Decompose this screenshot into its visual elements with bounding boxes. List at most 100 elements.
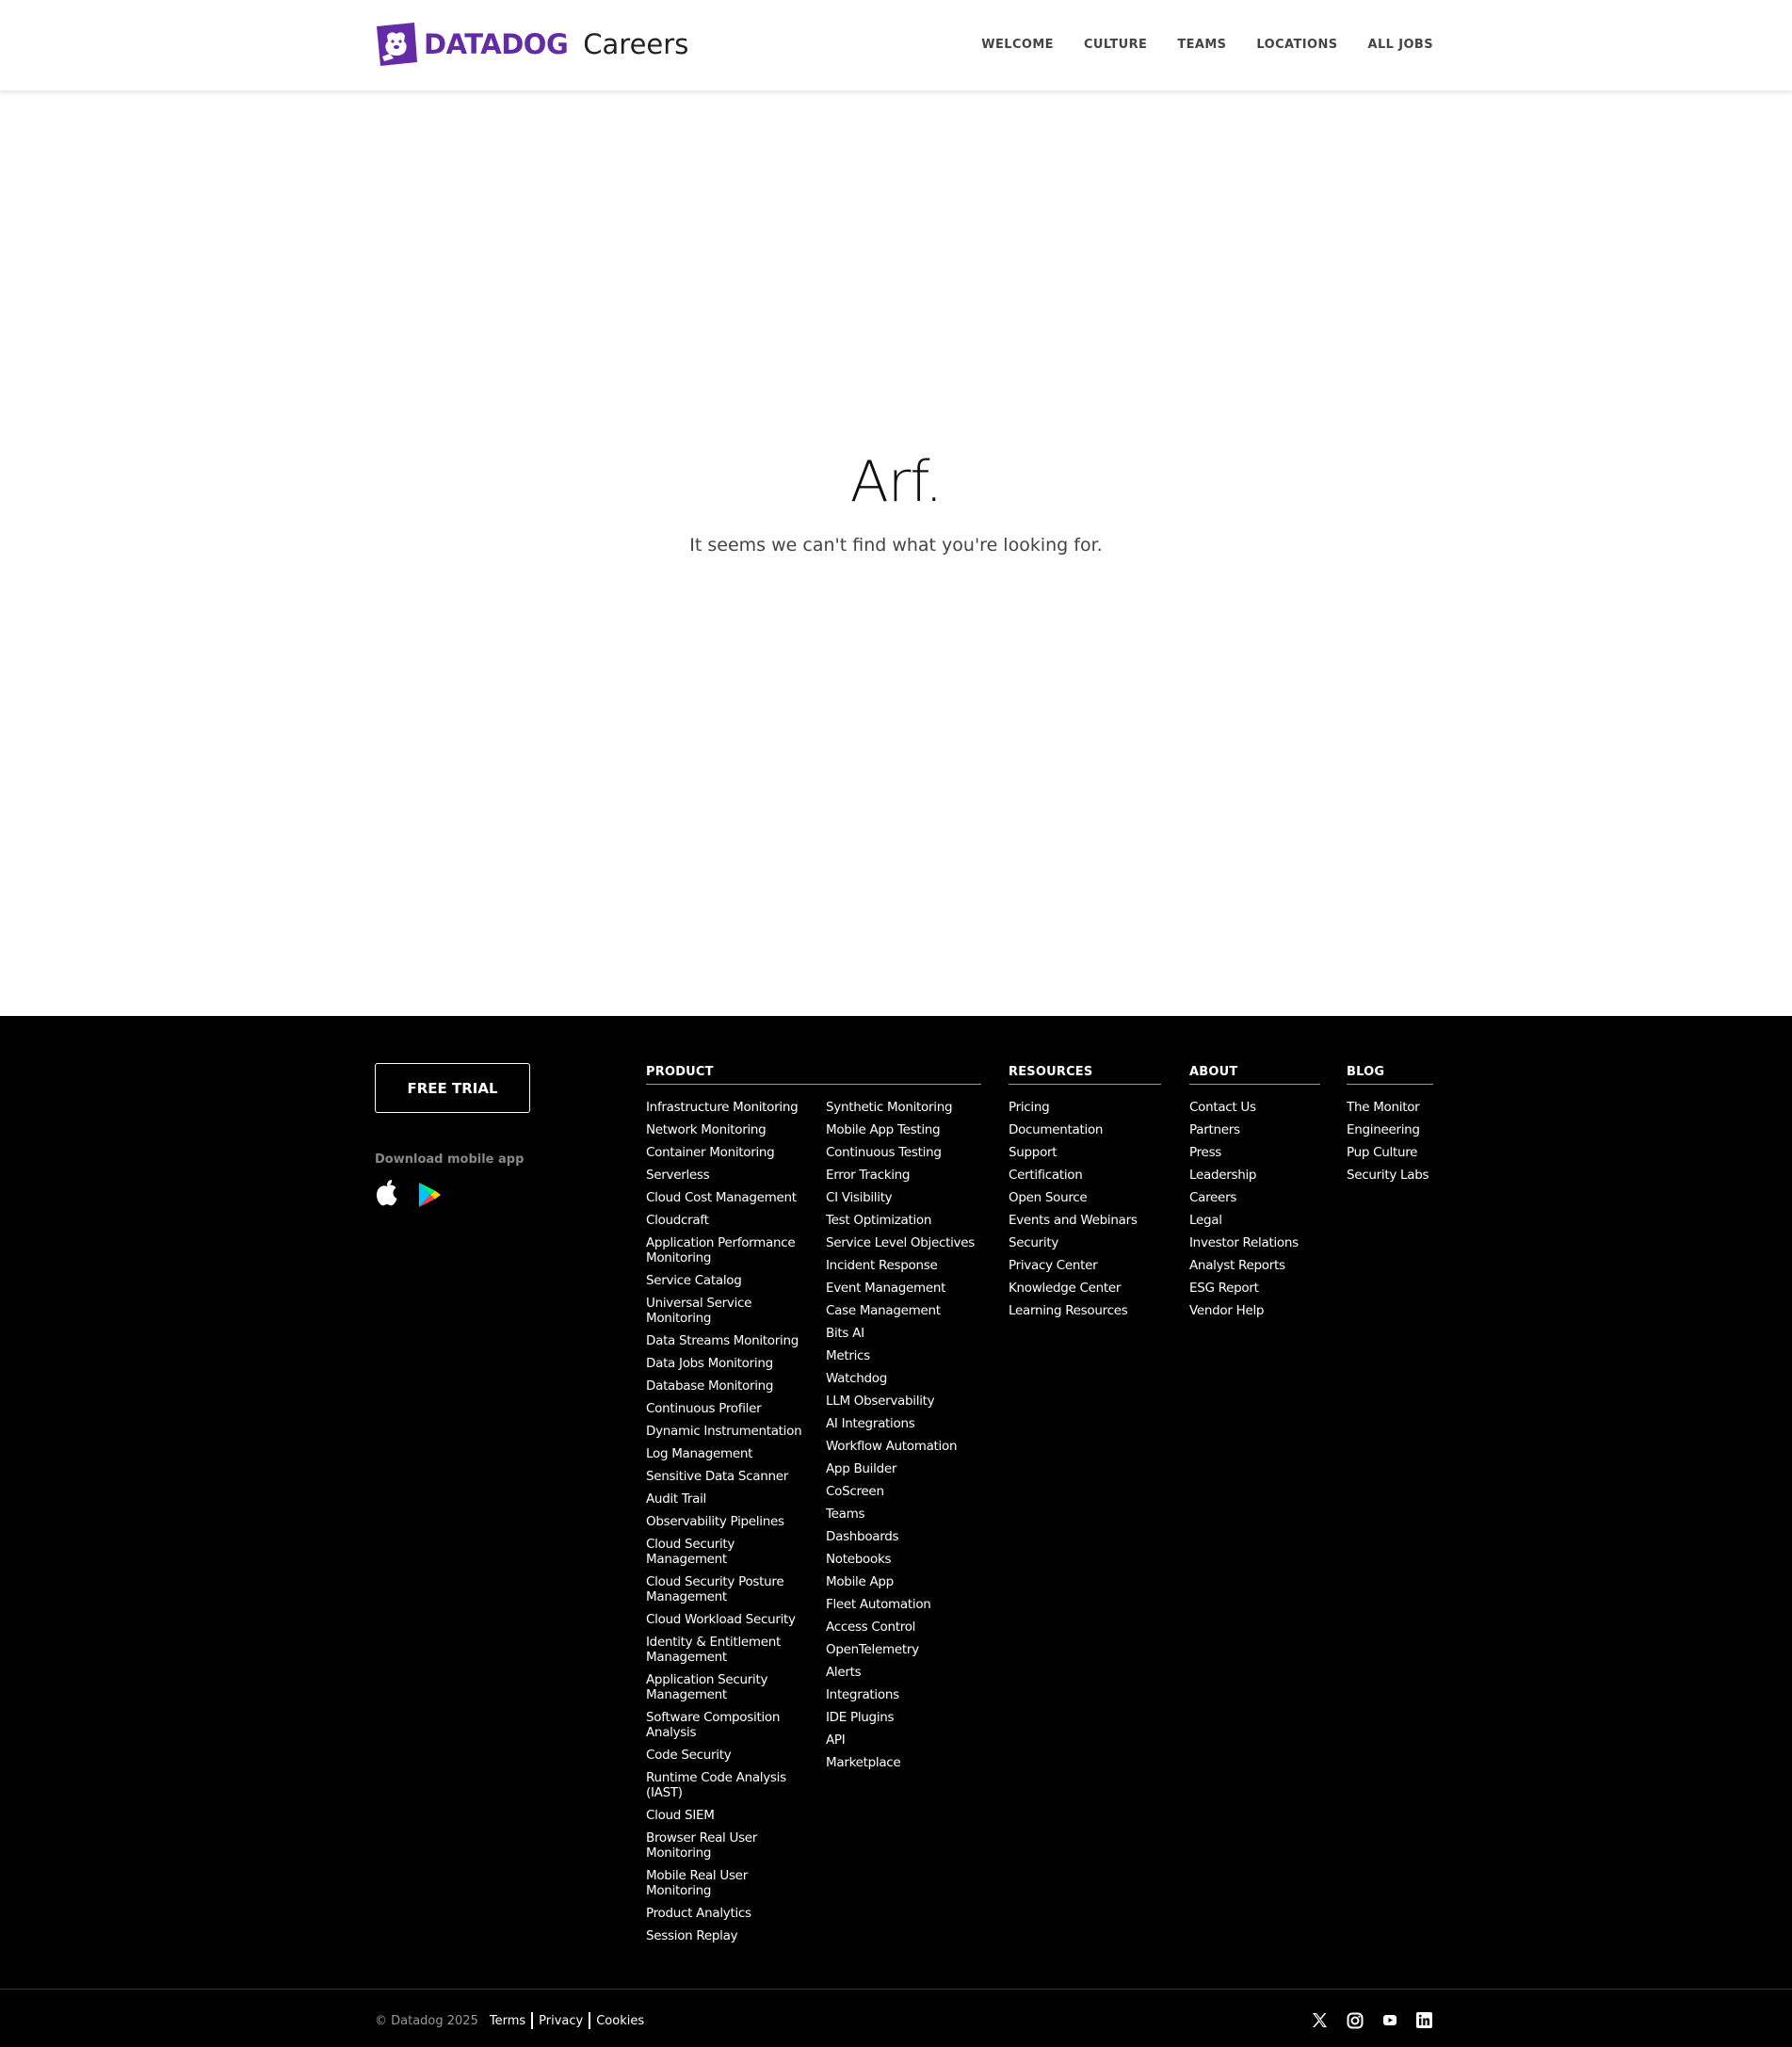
blog-link[interactable]: Security Labs: [1347, 1168, 1433, 1183]
nav-all-jobs[interactable]: ALL JOBS: [1367, 38, 1433, 52]
product-link[interactable]: Code Security: [646, 1748, 816, 1763]
product-link[interactable]: Case Management: [826, 1303, 975, 1318]
nav-culture[interactable]: CULTURE: [1084, 38, 1147, 52]
product-link[interactable]: IDE Plugins: [826, 1710, 975, 1725]
about-link[interactable]: Leadership: [1189, 1168, 1320, 1183]
product-link[interactable]: Cloud Security Posture Management: [646, 1574, 816, 1604]
product-link[interactable]: Cloud Workload Security: [646, 1612, 816, 1627]
product-link[interactable]: Sensitive Data Scanner: [646, 1469, 816, 1484]
google-play-icon[interactable]: [417, 1182, 442, 1208]
product-link[interactable]: Observability Pipelines: [646, 1514, 816, 1529]
x-icon[interactable]: [1311, 2011, 1329, 2029]
resources-link[interactable]: Security: [1009, 1235, 1161, 1250]
product-link[interactable]: Identity & Entitlement Management: [646, 1635, 816, 1665]
product-link[interactable]: Application Performance Monitoring: [646, 1235, 816, 1265]
product-link[interactable]: Marketplace: [826, 1755, 975, 1770]
product-link[interactable]: Service Catalog: [646, 1273, 816, 1288]
product-link[interactable]: AI Integrations: [826, 1416, 975, 1431]
product-link[interactable]: Error Tracking: [826, 1168, 975, 1183]
product-link[interactable]: Continuous Profiler: [646, 1401, 816, 1416]
product-link[interactable]: Database Monitoring: [646, 1378, 816, 1394]
resources-link[interactable]: Open Source: [1009, 1190, 1161, 1205]
product-link[interactable]: Container Monitoring: [646, 1145, 816, 1160]
resources-link[interactable]: Documentation: [1009, 1122, 1161, 1137]
about-link[interactable]: Careers: [1189, 1190, 1320, 1205]
product-link[interactable]: LLM Observability: [826, 1394, 975, 1409]
product-link[interactable]: Network Monitoring: [646, 1122, 816, 1137]
nav-teams[interactable]: TEAMS: [1177, 38, 1226, 52]
product-link[interactable]: Application Security Management: [646, 1672, 816, 1702]
free-trial-button[interactable]: FREE TRIAL: [375, 1063, 530, 1113]
product-link[interactable]: OpenTelemetry: [826, 1642, 975, 1657]
about-link[interactable]: ESG Report: [1189, 1281, 1320, 1296]
about-link[interactable]: Contact Us: [1189, 1100, 1320, 1115]
datadog-logo[interactable]: DATADOG Careers: [375, 21, 688, 68]
product-link[interactable]: Browser Real User Monitoring: [646, 1830, 816, 1861]
product-link[interactable]: Dashboards: [826, 1529, 975, 1544]
product-link[interactable]: Service Level Objectives: [826, 1235, 975, 1250]
product-link[interactable]: Runtime Code Analysis (IAST): [646, 1770, 816, 1800]
about-link[interactable]: Partners: [1189, 1122, 1320, 1137]
product-link[interactable]: Log Management: [646, 1446, 816, 1461]
product-link[interactable]: Audit Trail: [646, 1491, 816, 1507]
product-link[interactable]: Software Composition Analysis: [646, 1710, 816, 1740]
product-link[interactable]: Incident Response: [826, 1258, 975, 1273]
product-link[interactable]: Mobile App Testing: [826, 1122, 975, 1137]
product-link[interactable]: Data Streams Monitoring: [646, 1333, 816, 1348]
about-link[interactable]: Legal: [1189, 1213, 1320, 1228]
about-link[interactable]: Press: [1189, 1145, 1320, 1160]
product-link[interactable]: Watchdog: [826, 1371, 975, 1386]
product-link[interactable]: Event Management: [826, 1281, 975, 1296]
product-link[interactable]: Bits AI: [826, 1326, 975, 1341]
product-link[interactable]: Continuous Testing: [826, 1145, 975, 1160]
product-link[interactable]: API: [826, 1733, 975, 1748]
product-link[interactable]: Metrics: [826, 1348, 975, 1363]
resources-link[interactable]: Support: [1009, 1145, 1161, 1160]
resources-link[interactable]: Privacy Center: [1009, 1258, 1161, 1273]
instagram-icon[interactable]: [1346, 2011, 1364, 2029]
product-link[interactable]: CI Visibility: [826, 1190, 975, 1205]
product-link[interactable]: Session Replay: [646, 1928, 816, 1943]
resources-link[interactable]: Learning Resources: [1009, 1303, 1161, 1318]
product-link[interactable]: Access Control: [826, 1620, 975, 1635]
product-link[interactable]: Workflow Automation: [826, 1439, 975, 1454]
nav-locations[interactable]: LOCATIONS: [1256, 38, 1337, 52]
cookies-link[interactable]: Cookies: [596, 2014, 644, 2028]
product-link[interactable]: Cloud SIEM: [646, 1808, 816, 1823]
product-link[interactable]: Cloud Cost Management: [646, 1190, 816, 1205]
product-link[interactable]: Alerts: [826, 1665, 975, 1680]
product-link[interactable]: Cloud Security Management: [646, 1537, 816, 1567]
product-link[interactable]: Infrastructure Monitoring: [646, 1100, 816, 1115]
resources-link[interactable]: Pricing: [1009, 1100, 1161, 1115]
blog-link[interactable]: Pup Culture: [1347, 1145, 1433, 1160]
product-link[interactable]: Dynamic Instrumentation: [646, 1424, 816, 1439]
about-link[interactable]: Analyst Reports: [1189, 1258, 1320, 1273]
product-link[interactable]: Mobile Real User Monitoring: [646, 1868, 816, 1898]
about-link[interactable]: Vendor Help: [1189, 1303, 1320, 1318]
product-link[interactable]: Fleet Automation: [826, 1597, 975, 1612]
resources-link[interactable]: Certification: [1009, 1168, 1161, 1183]
terms-link[interactable]: Terms: [490, 2014, 525, 2028]
apple-icon[interactable]: [375, 1178, 399, 1206]
product-link[interactable]: Synthetic Monitoring: [826, 1100, 975, 1115]
youtube-icon[interactable]: [1380, 2011, 1398, 2029]
nav-welcome[interactable]: WELCOME: [981, 38, 1054, 52]
product-link[interactable]: Product Analytics: [646, 1906, 816, 1921]
product-link[interactable]: Integrations: [826, 1687, 975, 1702]
product-link[interactable]: App Builder: [826, 1461, 975, 1476]
product-link[interactable]: Notebooks: [826, 1552, 975, 1567]
product-link[interactable]: Teams: [826, 1507, 975, 1522]
resources-link[interactable]: Knowledge Center: [1009, 1281, 1161, 1296]
product-link[interactable]: Data Jobs Monitoring: [646, 1356, 816, 1371]
blog-link[interactable]: The Monitor: [1347, 1100, 1433, 1115]
linkedin-icon[interactable]: [1415, 2011, 1433, 2029]
resources-link[interactable]: Events and Webinars: [1009, 1213, 1161, 1228]
about-link[interactable]: Investor Relations: [1189, 1235, 1320, 1250]
privacy-link[interactable]: Privacy: [539, 2014, 583, 2028]
product-link[interactable]: Universal Service Monitoring: [646, 1296, 816, 1326]
product-link[interactable]: Mobile App: [826, 1574, 975, 1589]
product-link[interactable]: CoScreen: [826, 1484, 975, 1499]
blog-link[interactable]: Engineering: [1347, 1122, 1433, 1137]
product-link[interactable]: Serverless: [646, 1168, 816, 1183]
product-link[interactable]: Test Optimization: [826, 1213, 975, 1228]
